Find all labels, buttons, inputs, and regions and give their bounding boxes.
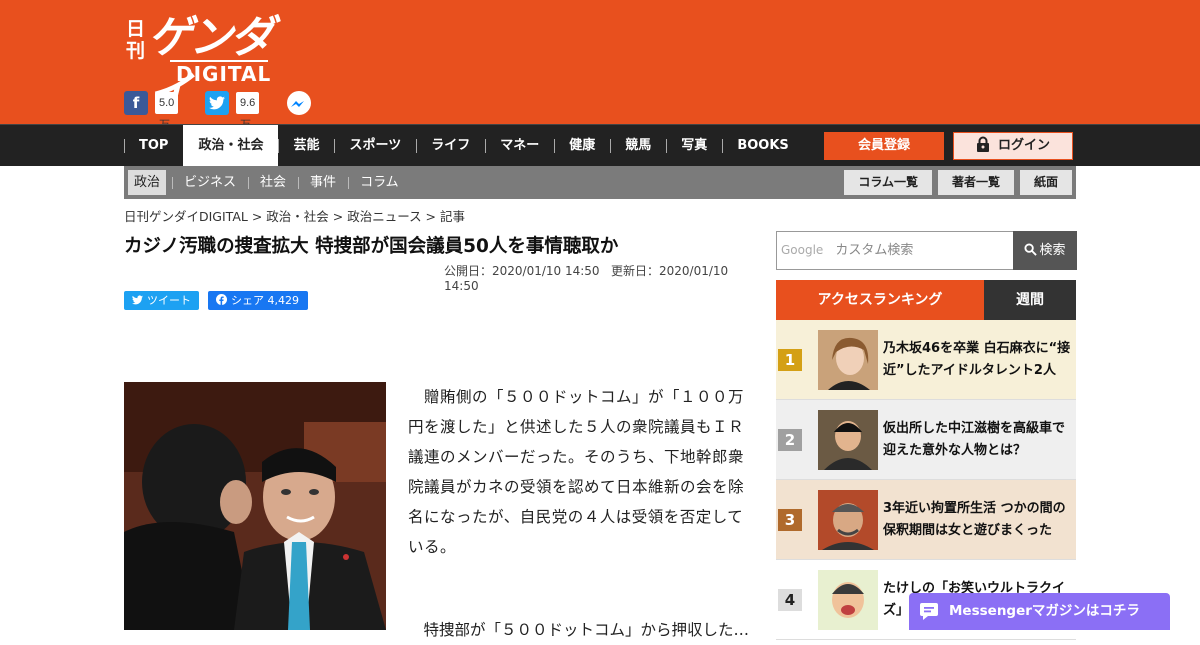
nav-item-books[interactable]: BOOKS (722, 125, 803, 167)
published-date: 公開日：2020/01/10 14:50 (444, 264, 600, 278)
paper-button[interactable]: 紙面 (1019, 170, 1072, 195)
nav-item-money[interactable]: マネー (485, 125, 554, 167)
nav-item-photo[interactable]: 写真 (666, 125, 722, 167)
search-button[interactable]: 検索 (1013, 231, 1077, 270)
site-header: 日刊 ゲンダイ DIGITAL f 5.0万 9.6万 (0, 0, 1200, 131)
nav-items: TOP 政治・社会 芸能 スポーツ ライフ マネー 健康 競馬 写真 BOOKS (124, 125, 804, 167)
messenger-icon[interactable] (286, 91, 311, 115)
nav-item-entertainment[interactable]: 芸能 (278, 125, 334, 167)
share-label: シェア 4,429 (231, 294, 299, 307)
article-body-paragraph: 贈賄側の「５００ドットコム」が「１００万円を渡した」と供述した５人の衆院議員もＩ… (408, 388, 745, 556)
twitter-count: 9.6万 (236, 92, 260, 131)
search-icon (1024, 243, 1038, 256)
messenger-magazine-button[interactable]: Messengerマガジンはコチラ (909, 593, 1170, 630)
register-button[interactable]: 会員登録 (824, 132, 944, 160)
tweet-label: ツイート (147, 294, 191, 307)
ranking-thumbnail (818, 330, 878, 390)
sub-nav: 政治 ビジネス 社会 事件 コラム コラム一覧 著者一覧 紙面 (124, 166, 1076, 199)
article-title: カジノ汚職の捜査拡大 特捜部が国会議員50人を事情聴取か (124, 236, 619, 257)
subnav-item-column[interactable]: コラム (348, 170, 411, 195)
logo-small-text: 日刊 (126, 18, 146, 62)
subnav-item-society[interactable]: 社会 (248, 170, 298, 195)
nav-item-life[interactable]: ライフ (416, 125, 485, 167)
lock-icon (976, 136, 989, 152)
search-input[interactable]: Google カスタム検索 (777, 232, 1013, 269)
ranking-thumbnail (818, 490, 878, 550)
nav-item-top[interactable]: TOP (124, 125, 183, 167)
logo-digital-text: DIGITAL (176, 62, 272, 86)
breadcrumb[interactable]: 日刊ゲンダイDIGITAL > 政治・社会 > 政治ニュース > 記事 (124, 206, 465, 225)
tab-weekly[interactable]: 週間 (984, 280, 1076, 320)
login-label: ログイン (997, 138, 1050, 153)
search-placeholder: カスタム検索 (835, 243, 914, 258)
column-list-button[interactable]: コラム一覧 (844, 170, 932, 195)
twitter-icon (132, 295, 143, 305)
twitter-icon[interactable] (205, 91, 229, 115)
article-dates: 公開日：2020/01/10 14:50 更新日：2020/01/10 14:5… (444, 262, 764, 293)
rank-number: 4 (778, 589, 802, 611)
ranking-item-2[interactable]: 2 仮出所した中江滋樹を高級車で迎えた意外な人物とは？ (776, 400, 1076, 480)
messenger-label: Messengerマガジンはコチラ (949, 603, 1140, 619)
tab-access-ranking[interactable]: アクセスランキング (776, 280, 984, 320)
main-nav: TOP 政治・社会 芸能 スポーツ ライフ マネー 健康 競馬 写真 BOOKS… (0, 124, 1200, 167)
ranking-item-1[interactable]: 1 乃木坂46を卒業 白石麻衣に“接近”したアイドルタレント2人 (776, 320, 1076, 400)
ranking-thumbnail (818, 570, 878, 630)
subnav-item-politics[interactable]: 政治 (128, 170, 167, 195)
article-body-paragraph-2: 特捜部が「５００ドットコム」から押収した… (408, 621, 750, 639)
ranking-item-3[interactable]: 3 3年近い拘置所生活 つかの間の保釈期間は女と遊びまくった (776, 480, 1076, 560)
ranking-tabs: アクセスランキング 週間 (776, 280, 1076, 320)
search-button-label: 検索 (1039, 243, 1066, 258)
tweet-button[interactable]: ツイート (124, 291, 199, 310)
ranking-title: 3年近い拘置所生活 つかの間の保釈期間は女と遊びまくった (883, 501, 1066, 538)
chat-icon (920, 603, 938, 620)
login-button[interactable]: ログイン (953, 132, 1073, 160)
rank-number: 3 (778, 509, 802, 531)
ranking-list: 1 乃木坂46を卒業 白石麻衣に“接近”したアイドルタレント2人 2 仮出所した… (776, 320, 1076, 640)
search-box: Google カスタム検索 検索 (776, 231, 1077, 270)
nav-item-health[interactable]: 健康 (554, 125, 610, 167)
nav-item-sports[interactable]: スポーツ (334, 125, 416, 167)
ranking-title: 乃木坂46を卒業 白石麻衣に“接近”したアイドルタレント2人 (883, 341, 1071, 378)
subnav-items: 政治 ビジネス 社会 事件 コラム (128, 170, 411, 195)
facebook-icon (216, 294, 227, 305)
author-list-button[interactable]: 著者一覧 (937, 170, 1014, 195)
subnav-buttons: コラム一覧 著者一覧 紙面 (844, 170, 1072, 195)
facebook-count: 5.0万 (155, 92, 179, 131)
article-photo (124, 382, 386, 630)
rank-number: 1 (778, 349, 802, 371)
nav-item-politics[interactable]: 政治・社会 (183, 125, 279, 167)
site-logo[interactable]: 日刊 ゲンダイ DIGITAL (126, 10, 306, 119)
subnav-item-incident[interactable]: 事件 (298, 170, 348, 195)
google-label: Google (781, 243, 824, 257)
ranking-thumbnail (818, 410, 878, 470)
rank-number: 2 (778, 429, 802, 451)
facebook-share-button[interactable]: シェア 4,429 (208, 291, 308, 310)
facebook-icon[interactable]: f (124, 91, 148, 115)
ranking-title: 仮出所した中江滋樹を高級車で迎えた意外な人物とは？ (883, 421, 1066, 458)
nav-item-keiba[interactable]: 競馬 (610, 125, 666, 167)
subnav-item-business[interactable]: ビジネス (172, 170, 248, 195)
